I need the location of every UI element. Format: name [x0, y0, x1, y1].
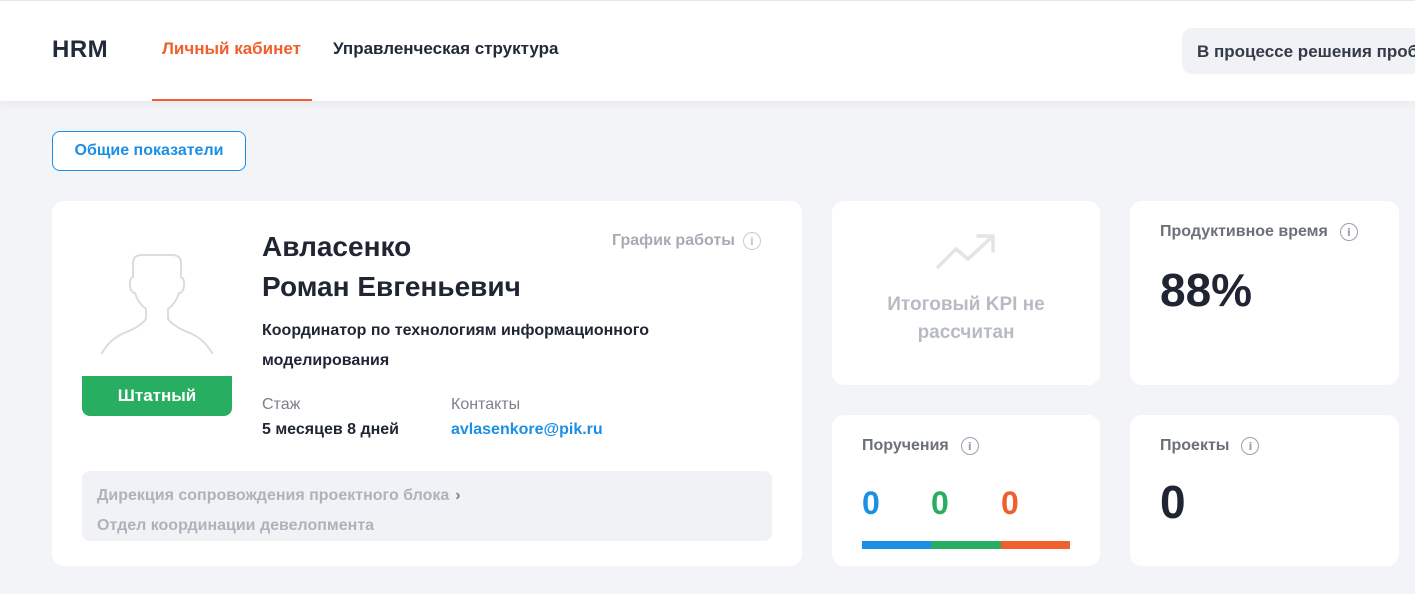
projects-card: Проекты i 0 [1130, 415, 1399, 566]
trending-up-icon [936, 234, 995, 269]
tasks-bar-orange [1001, 541, 1070, 549]
tasks-title: Поручения i [862, 437, 979, 455]
projects-label: Проекты [1160, 437, 1230, 454]
employee-first-middle-name: Роман Евгеньевич [262, 271, 521, 302]
contacts-label: Контакты [451, 396, 521, 413]
tasks-count-orange[interactable]: 0 [1001, 485, 1019, 522]
profile-card: Штатный Авласенко Роман Евгеньевич Графи… [52, 201, 802, 566]
chevron-right-icon: › [455, 487, 461, 504]
tab-personal-account[interactable]: Личный кабинет [162, 39, 301, 59]
info-icon[interactable]: i [960, 437, 979, 455]
department-link[interactable]: Дирекция сопровождения проектного блока › [97, 481, 757, 511]
productive-time-card: Продуктивное время i 88% [1130, 201, 1399, 385]
tenure-value: 5 месяцев 8 дней [262, 421, 400, 438]
app-logo[interactable]: HRM [52, 36, 108, 64]
tasks-count-blue[interactable]: 0 [862, 485, 880, 522]
active-tab-indicator [152, 99, 312, 101]
info-icon[interactable]: i [1241, 437, 1260, 455]
projects-title: Проекты i [1160, 437, 1260, 455]
tab-management-structure[interactable]: Управленческая структура [333, 39, 558, 59]
avatar-placeholder-icon [101, 254, 213, 354]
department-breadcrumb: Дирекция сопровождения проектного блока ›… [82, 471, 772, 541]
department-name: Дирекция сопровождения проектного блока [97, 487, 450, 504]
tasks-bar-blue [862, 541, 931, 549]
employee-last-name: Авласенко [262, 231, 412, 262]
tasks-count-green[interactable]: 0 [931, 485, 949, 522]
employee-name: Авласенко Роман Евгеньевич [262, 227, 521, 307]
kpi-card: Итоговый KPI не рассчитан [832, 201, 1100, 385]
overview-button[interactable]: Общие показатели [52, 131, 246, 171]
status-pill[interactable]: В процессе решения проблемы [1182, 28, 1415, 74]
tasks-bar-green [931, 541, 1001, 549]
division-name: Отдел координации девелопмента [97, 517, 375, 534]
info-icon[interactable]: i [1339, 223, 1358, 241]
job-position: Координатор по технологиям информационно… [262, 322, 649, 369]
projects-value: 0 [1160, 476, 1186, 528]
tenure-label: Стаж [262, 396, 301, 413]
work-schedule-link[interactable]: График работы i [612, 232, 761, 250]
employment-status-badge: Штатный [82, 376, 232, 416]
productive-time-label: Продуктивное время [1160, 223, 1328, 240]
top-header: HRM Личный кабинет Управленческая структ… [0, 0, 1415, 101]
productive-time-value: 88% [1160, 264, 1253, 316]
work-schedule-label: График работы [612, 232, 735, 249]
kpi-status-text: Итоговый KPI не рассчитан [887, 294, 1045, 343]
tasks-card: Поручения i 0 0 0 [832, 415, 1100, 566]
tasks-label: Поручения [862, 437, 949, 454]
productive-time-title: Продуктивное время i [1160, 223, 1358, 241]
contact-email-link[interactable]: avlasenkore@pik.ru [451, 421, 603, 439]
info-icon[interactable]: i [742, 232, 761, 250]
